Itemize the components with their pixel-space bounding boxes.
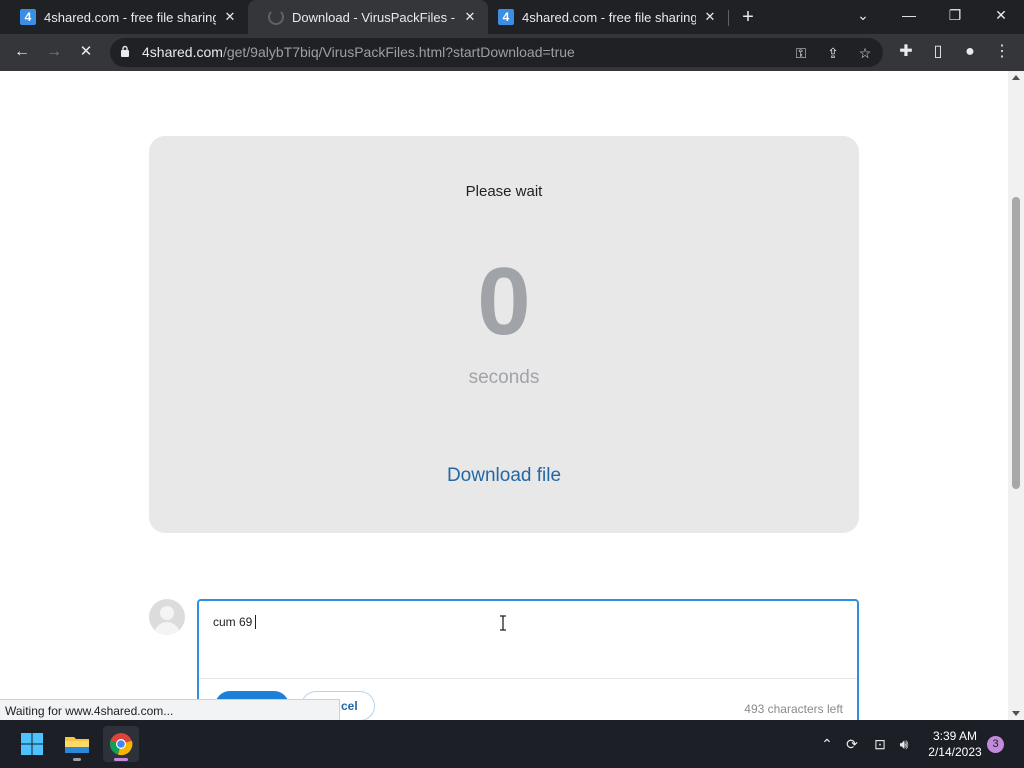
running-indicator (73, 758, 81, 761)
text-cursor-icon (500, 615, 506, 631)
avatar-head (160, 606, 174, 620)
new-tab-icon[interactable]: + (736, 6, 760, 28)
taskbar-chrome[interactable] (103, 726, 139, 762)
download-wait-card: Please wait 0 seconds Download file (149, 136, 859, 533)
url-text: 4shared.com/get/9alybT7biq/VirusPackFile… (142, 44, 575, 60)
avatar (149, 599, 185, 635)
stop-loading-icon[interactable]: ✕ (72, 38, 100, 66)
tab-4shared-2[interactable]: 4 4shared.com - free file sharing ar ✕ (488, 0, 728, 34)
scrollbar-thumb[interactable] (1012, 197, 1020, 489)
page-viewport: Please wait 0 seconds Download file cum … (0, 71, 1008, 720)
key-icon[interactable]: ⚿ (791, 43, 811, 63)
tab-separator (728, 10, 729, 26)
close-icon[interactable]: ✕ (222, 9, 238, 25)
clock-date: 2/14/2023 (928, 745, 982, 759)
avatar-body (154, 622, 180, 635)
tab-title: Download - VirusPackFiles - Dow (292, 9, 456, 25)
share-icon[interactable]: ⇪ (823, 43, 843, 63)
close-icon[interactable]: ✕ (702, 9, 718, 25)
scroll-down-icon[interactable] (1012, 711, 1020, 716)
url-host: 4shared.com (142, 44, 223, 60)
download-file-link[interactable]: Download file (149, 465, 859, 487)
comment-divider (199, 678, 857, 679)
chrome-icon (109, 733, 133, 756)
countdown-number: 0 (477, 248, 531, 355)
tab-viruspackfiles[interactable]: Download - VirusPackFiles - Dow ✕ (248, 0, 488, 34)
close-icon[interactable]: ✕ (462, 9, 478, 25)
side-panel-icon[interactable]: ▯ (924, 38, 952, 66)
minimize-icon[interactable]: — (886, 0, 932, 30)
browser-status-bubble: Waiting for www.4shared.com... (0, 699, 340, 720)
windows-taskbar: ⌃ ⟳ ⊡ 🔊︎ 3:39 AM 2/14/2023 3 (0, 720, 1024, 768)
taskbar-clock[interactable]: 3:39 AM 2/14/2023 (922, 728, 988, 760)
windows-logo-icon (21, 733, 43, 755)
scroll-up-icon[interactable] (1012, 75, 1020, 80)
tab-search-chevron-icon[interactable]: ⌄ (840, 0, 886, 30)
volume-icon[interactable]: 🔊︎ (895, 735, 913, 753)
characters-left-counter: 493 characters left (744, 702, 843, 716)
profile-icon[interactable]: ● (956, 38, 984, 66)
restore-icon[interactable]: ❐ (932, 0, 978, 30)
taskbar-file-explorer[interactable] (59, 726, 95, 762)
4shared-icon: 4 (20, 9, 36, 25)
clock-time: 3:39 AM (932, 729, 978, 743)
page-scrollbar[interactable] (1008, 71, 1024, 720)
folder-icon (65, 737, 89, 753)
notification-badge[interactable]: 3 (987, 736, 1004, 753)
4shared-icon: 4 (498, 9, 514, 25)
extensions-puzzle-icon[interactable]: ✚ (892, 38, 920, 66)
active-indicator (114, 758, 128, 761)
more-menu-icon[interactable]: ⋮ (988, 38, 1016, 66)
url-path: /get/9alybT7biq/VirusPackFiles.html?star… (222, 44, 575, 60)
tab-title: 4shared.com - free file sharing ar (522, 9, 696, 25)
lock-icon (121, 45, 129, 57)
network-icon[interactable]: ⊡ (871, 735, 889, 753)
start-button[interactable] (14, 726, 50, 762)
cancel-button-label: cel (340, 699, 358, 713)
countdown-unit: seconds (468, 367, 540, 388)
tab-title: 4shared.com - free file sharing ar (44, 9, 216, 25)
window-close-icon[interactable]: ✕ (978, 0, 1024, 30)
forward-icon[interactable]: → (40, 38, 68, 66)
wait-title: Please wait (465, 183, 543, 200)
back-icon[interactable]: ← (8, 38, 36, 66)
bookmark-star-icon[interactable]: ☆ (855, 43, 875, 63)
loading-spinner-icon (268, 9, 284, 25)
comment-input-value[interactable]: cum 69 (213, 615, 256, 629)
show-hidden-icons-chevron-icon[interactable]: ⌃ (818, 735, 836, 753)
tab-4shared-1[interactable]: 4 4shared.com - free file sharing ar ✕ (0, 0, 248, 34)
sync-alert-icon[interactable]: ⟳ (843, 735, 861, 753)
browser-toolbar: ← → ✕ 4shared.com/get/9alybT7biq/VirusPa… (0, 34, 1024, 71)
address-bar[interactable]: 4shared.com/get/9alybT7biq/VirusPackFile… (110, 38, 883, 67)
tab-strip: 4 4shared.com - free file sharing ar ✕ D… (0, 0, 1024, 34)
